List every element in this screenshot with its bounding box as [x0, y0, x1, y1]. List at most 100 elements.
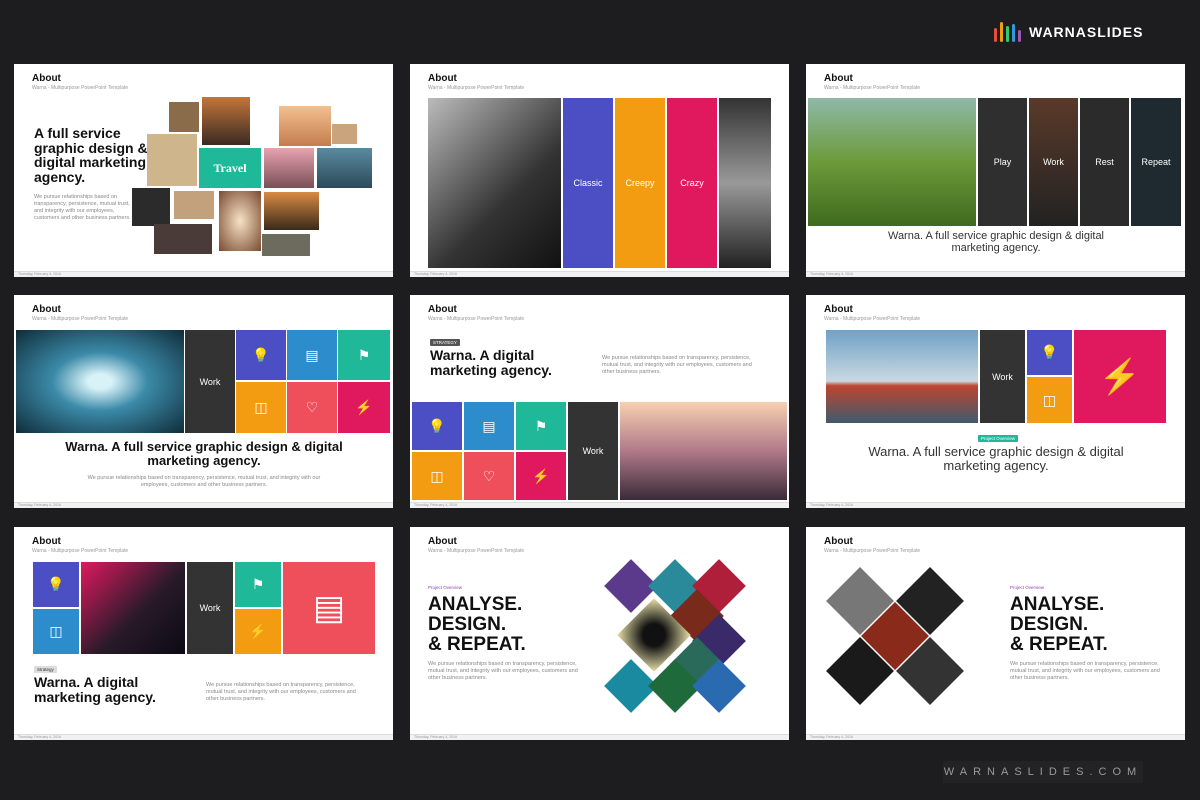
photo-tile: [132, 188, 170, 226]
slide-subtitle: Warna - Multipurpose PowerPoint Template: [428, 316, 525, 322]
photo-tile: [332, 124, 357, 144]
slide-title: About: [824, 536, 853, 547]
heading-repeat: & REPEAT.: [428, 634, 526, 655]
flag-icon: ⚑: [235, 562, 281, 607]
slide-7[interactable]: About Warna - Multipurpose PowerPoint Te…: [14, 527, 393, 740]
work-tile: Work: [187, 562, 233, 654]
slide-paragraph: We pursue relationships based on transpa…: [428, 661, 578, 681]
slide-footer: Thursday, February 4, 2016: [410, 502, 789, 508]
slide-footer: Thursday, February 4, 2016: [14, 734, 393, 740]
heart-icon: ♡: [464, 452, 514, 500]
work-tile: Work: [568, 402, 618, 500]
slide-title: About: [824, 73, 853, 84]
brand-bars-icon: [994, 22, 1021, 42]
photo-tile: [219, 191, 261, 251]
slide-footer: Thursday, February 4, 2016: [14, 502, 393, 508]
slide-heading: Warna. A digital marketing agency.: [34, 674, 156, 705]
crazy-tile: Crazy: [667, 98, 717, 268]
bolt-icon: ⚡: [516, 452, 566, 500]
chat-icon: ▤: [283, 562, 375, 654]
bolt-icon: ⚡: [338, 382, 390, 433]
rice-terrace-photo: [808, 98, 976, 226]
slide-footer: Thursday, February 4, 2016: [806, 502, 1185, 508]
repeat-tile: Repeat: [1131, 98, 1181, 226]
photo-tile: [264, 192, 319, 230]
gamepad-icon: ◫: [412, 452, 462, 500]
slide-9[interactable]: About Warna - Multipurpose PowerPoint Te…: [806, 527, 1185, 740]
slide-heading: Warna. A digital marketing agency.: [430, 347, 552, 378]
slide-footer: Thursday, February 4, 2016: [806, 271, 1185, 277]
footer-brand-url[interactable]: WARNASLIDES.COM: [943, 761, 1143, 783]
creepy-tile: Creepy: [615, 98, 665, 268]
slide-subtitle: Warna - Multipurpose PowerPoint Template: [428, 85, 525, 91]
gamepad-icon: ◫: [236, 382, 286, 433]
travel-tile: Travel: [199, 148, 261, 188]
bulb-icon: 💡: [412, 402, 462, 450]
classic-tile: Classic: [563, 98, 613, 268]
slide-6[interactable]: About Warna - Multipurpose PowerPoint Te…: [806, 295, 1185, 508]
slide-footer: Thursday, February 4, 2016: [806, 734, 1185, 740]
airplane-photo: [428, 98, 561, 268]
slide-caption: Warna. A full service graphic design & d…: [887, 230, 1105, 255]
mountain-photo: [620, 402, 787, 500]
slide-caption: Warna. A full service graphic design & d…: [868, 444, 1124, 474]
heading-analyse: ANALYSE.: [1010, 594, 1105, 615]
work-tile: Work: [1029, 98, 1078, 226]
play-tile: Play: [978, 98, 1027, 226]
bolt-icon: ⚡: [1074, 330, 1166, 423]
chat-icon: ▤: [464, 402, 514, 450]
bolt-icon: ⚡: [235, 609, 281, 654]
slide-title: About: [428, 304, 457, 315]
photo-tile: [147, 134, 197, 186]
work-tile: Work: [980, 330, 1025, 423]
strategy-tag: STRATEGY: [430, 339, 460, 346]
heading-analyse: ANALYSE.: [428, 594, 523, 615]
slide-title: About: [32, 73, 61, 84]
slide-5[interactable]: About Warna - Multipurpose PowerPoint Te…: [410, 295, 789, 508]
slide-4[interactable]: About Warna - Multipurpose PowerPoint Te…: [14, 295, 393, 508]
slide-8[interactable]: About Warna - Multipurpose PowerPoint Te…: [410, 527, 789, 740]
gamepad-icon: ◫: [1027, 377, 1072, 423]
project-overview-tag: Project Overview: [1010, 585, 1045, 590]
flag-icon: ⚑: [516, 402, 566, 450]
slide-subtitle: Warna - Multipurpose PowerPoint Template: [824, 316, 921, 322]
slide-2[interactable]: About Warna - Multipurpose PowerPoint Te…: [410, 64, 789, 277]
photo-tile: [264, 148, 314, 188]
slide-paragraph: We pursue relationships based on transpa…: [87, 475, 321, 488]
slide-footer: Thursday, February 4, 2016: [410, 734, 789, 740]
strategy-tag: Strategy: [34, 666, 57, 673]
slide-title: About: [32, 304, 61, 315]
photo-tile: [202, 97, 250, 145]
slide-paragraph: We pursue relationships based on transpa…: [34, 194, 131, 221]
slide-subtitle: Warna - Multipurpose PowerPoint Template: [824, 85, 921, 91]
chat-icon: ▤: [287, 330, 337, 380]
bulb-icon: 💡: [1027, 330, 1072, 375]
slide-subtitle: Warna - Multipurpose PowerPoint Template: [32, 316, 129, 322]
slide-paragraph: We pursue relationships based on transpa…: [602, 355, 752, 375]
brand-name: WARNASLIDES: [1029, 24, 1144, 40]
slide-heading: A full service graphic design & digital …: [34, 125, 148, 186]
project-overview-tag: Project Overview: [978, 435, 1019, 442]
slide-title: About: [32, 536, 61, 547]
heading-repeat: & REPEAT.: [1010, 634, 1108, 655]
brand-logo: WARNASLIDES: [994, 22, 1143, 42]
gamepad-icon: ◫: [33, 609, 79, 654]
slide-subtitle: Warna - Multipurpose PowerPoint Template: [428, 548, 525, 554]
slide-paragraph: We pursue relationships based on transpa…: [1010, 661, 1160, 681]
slide-title: About: [428, 536, 457, 547]
photo-tile: [279, 106, 331, 146]
photo-tile: [169, 102, 199, 132]
slide-3[interactable]: About Warna - Multipurpose PowerPoint Te…: [806, 64, 1185, 277]
bulb-icon: 💡: [236, 330, 286, 380]
photo-tile: [317, 148, 372, 188]
rest-tile: Rest: [1080, 98, 1129, 226]
slide-subtitle: Warna - Multipurpose PowerPoint Template: [32, 548, 129, 554]
slide-footer: Thursday, February 4, 2016: [410, 271, 789, 277]
flag-icon: ⚑: [338, 330, 390, 380]
photo-tile: [154, 224, 212, 254]
slide-subtitle: Warna - Multipurpose PowerPoint Template: [824, 548, 921, 554]
slide-subtitle: Warna - Multipurpose PowerPoint Template: [32, 85, 129, 91]
slide-title: About: [824, 304, 853, 315]
slide-1[interactable]: About Warna - Multipurpose PowerPoint Te…: [14, 64, 393, 277]
heart-icon: ♡: [287, 382, 337, 433]
